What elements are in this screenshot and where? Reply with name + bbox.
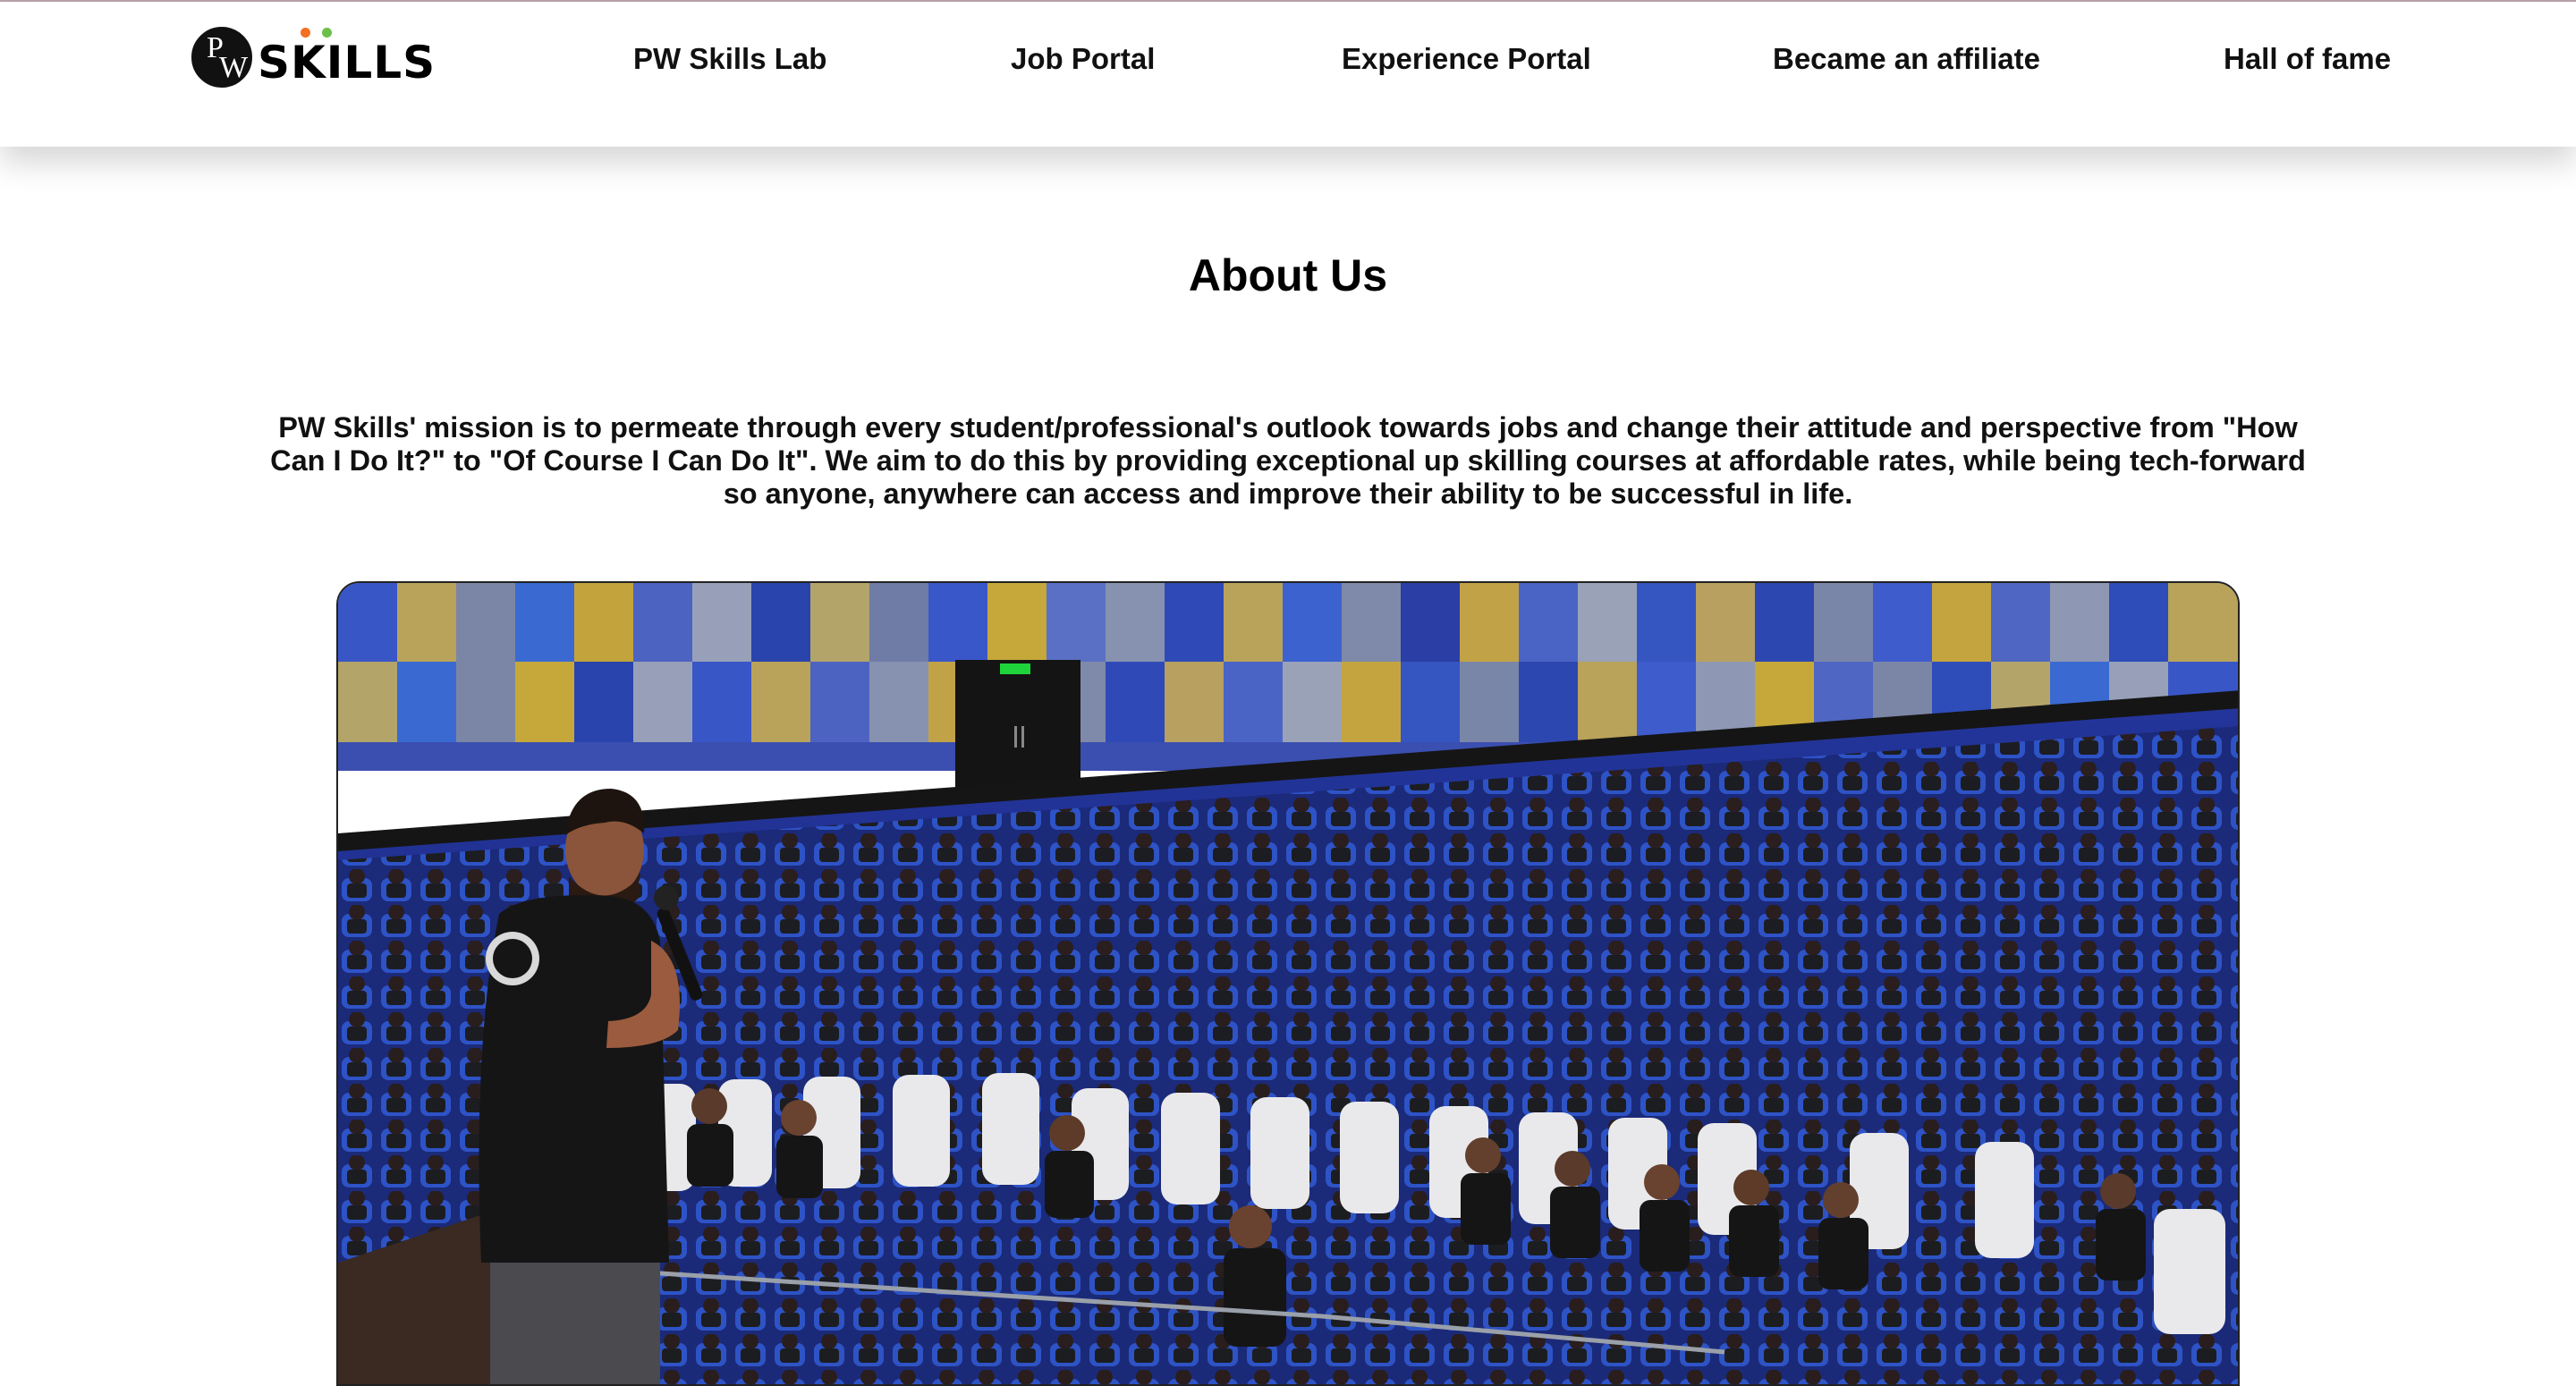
exit-sign: [1000, 663, 1030, 674]
green-dot: [322, 28, 332, 38]
nav-link-experience-portal[interactable]: Experience Portal: [1342, 41, 1591, 77]
nav-link-became-an-affiliate[interactable]: Became an affiliate: [1773, 41, 2040, 77]
nav-link-job-portal[interactable]: Job Portal: [1011, 41, 1155, 77]
nav-link-hall-of-fame[interactable]: Hall of fame: [2224, 41, 2391, 77]
brand-name: SKILLS: [258, 37, 436, 89]
orange-dot: [301, 28, 310, 38]
brand-dots: [301, 28, 336, 38]
brand-wordmark: SKILLS: [258, 28, 436, 85]
brand-logo[interactable]: P W SKILLS: [191, 25, 436, 89]
mission-text: PW Skills' mission is to permeate throug…: [270, 411, 2306, 510]
navbar: P W SKILLS PW Skills Lab Job Portal Expe…: [0, 2, 2576, 147]
page-title: About Us: [1188, 250, 1388, 300]
auditorium-illustration: [338, 583, 2238, 1384]
about-us-photo: [336, 581, 2240, 1386]
pw-badge-icon: P W: [191, 27, 252, 88]
nav-link-pw-skills-lab[interactable]: PW Skills Lab: [633, 41, 826, 77]
exit-door: [955, 660, 1080, 794]
